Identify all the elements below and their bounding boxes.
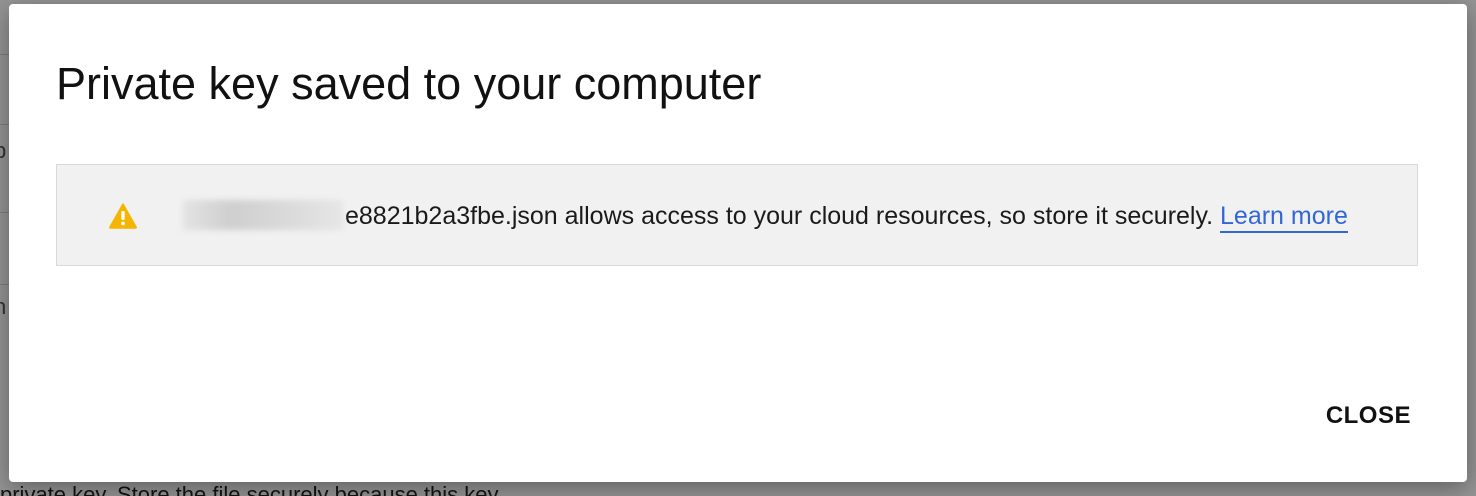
warning-icon [109, 203, 137, 229]
security-notice: e8821b2a3fbe.json allows access to your … [56, 164, 1418, 266]
notice-message: e8821b2a3fbe.json allows access to your … [183, 199, 1348, 233]
notice-body-text: allows access to your cloud resources, s… [557, 202, 1221, 230]
close-button[interactable]: CLOSE [1314, 398, 1423, 434]
learn-more-link[interactable]: Learn more [1220, 202, 1348, 233]
private-key-dialog: Private key saved to your computer e8821… [9, 4, 1467, 482]
key-filename: e8821b2a3fbe.json [345, 202, 558, 230]
redacted-filename-prefix [183, 200, 343, 230]
dialog-title: Private key saved to your computer [56, 58, 762, 109]
